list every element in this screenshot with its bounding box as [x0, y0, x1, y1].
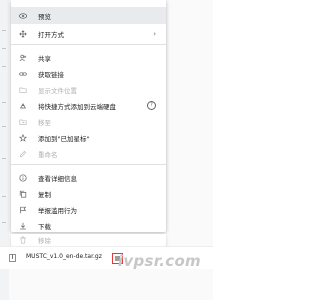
menu-item-label: 下载 [38, 222, 51, 231]
list-mark [2, 30, 6, 31]
chevron-right-icon: › [153, 29, 156, 38]
menu-item-add-shortcut[interactable]: 将快捷方式添加到云端硬盘 ? [11, 97, 166, 114]
menu-item-label: 举报滥用行为 [38, 206, 77, 215]
list-mark [2, 196, 6, 197]
download-icon [19, 222, 27, 230]
trash-icon [19, 236, 27, 244]
menu-item-add-star[interactable]: 添加到"已加星标" [11, 129, 166, 146]
open-with-icon [19, 29, 27, 38]
menu-item-label: 打开方式 [38, 30, 64, 39]
list-mark [2, 158, 6, 159]
menu-item-get-link[interactable]: 获取链接 [11, 65, 166, 82]
menu-item-label: 预览 [38, 12, 51, 21]
zip-file-icon [9, 254, 16, 262]
list-mark [2, 126, 6, 127]
list-mark [2, 66, 6, 67]
menu-item-label: 移至 [38, 118, 51, 127]
list-mark [2, 222, 6, 223]
edit-icon [19, 150, 27, 158]
menu-item-label: 获取链接 [38, 70, 64, 79]
help-icon[interactable]: ? [147, 101, 156, 110]
menu-item-label: 复制 [38, 190, 51, 199]
menu-item-label: 重命名 [38, 150, 58, 159]
menu-item-preview[interactable]: 预览 [11, 7, 166, 24]
watermark: ivpsr.com [117, 252, 201, 270]
menu-item-copy[interactable]: 复制 [11, 185, 166, 202]
menu-item-view-details[interactable]: 查看详细信息 [11, 169, 166, 186]
eye-icon [19, 12, 27, 20]
menu-item-open-with[interactable]: 打开方式 › [11, 25, 166, 42]
person-add-icon [19, 54, 27, 62]
menu-item-label: 共享 [38, 54, 51, 63]
menu-item-move-to[interactable]: 移至 [11, 113, 166, 130]
menu-item-label: 添加到"已加星标" [38, 134, 90, 143]
menu-item-label: 查看详细信息 [38, 174, 77, 183]
list-mark [2, 48, 6, 49]
folder-icon [19, 86, 27, 94]
report-icon [19, 206, 27, 214]
info-icon [19, 173, 27, 182]
menu-item-report-abuse[interactable]: 举报滥用行为 [11, 201, 166, 218]
menu-item-download[interactable]: 下载 [11, 217, 166, 234]
move-icon [19, 118, 27, 126]
star-icon [19, 133, 27, 142]
menu-item-label: 移除 [38, 237, 51, 245]
menu-item-label: 将快捷方式添加到云端硬盘 [38, 102, 116, 111]
context-menu: 预览 打开方式 › 共享 获取链接 显示文件位置 将快捷方式添加到云端硬盘 ? [11, 0, 166, 232]
file-name: MUSTC_v1.0_en-de.tar.gz [26, 253, 102, 260]
menu-item-rename[interactable]: 重命名 [11, 145, 166, 162]
menu-divider [11, 164, 166, 165]
menu-item-remove[interactable]: 移除 [11, 234, 166, 246]
list-mark [2, 102, 6, 103]
link-icon [19, 70, 27, 78]
copy-icon [19, 190, 27, 198]
menu-divider [11, 44, 166, 45]
menu-item-label: 显示文件位置 [38, 86, 77, 95]
menu-item-share[interactable]: 共享 [11, 49, 166, 66]
menu-item-show-location[interactable]: 显示文件位置 [11, 81, 166, 98]
drive-shortcut-icon [19, 102, 27, 110]
